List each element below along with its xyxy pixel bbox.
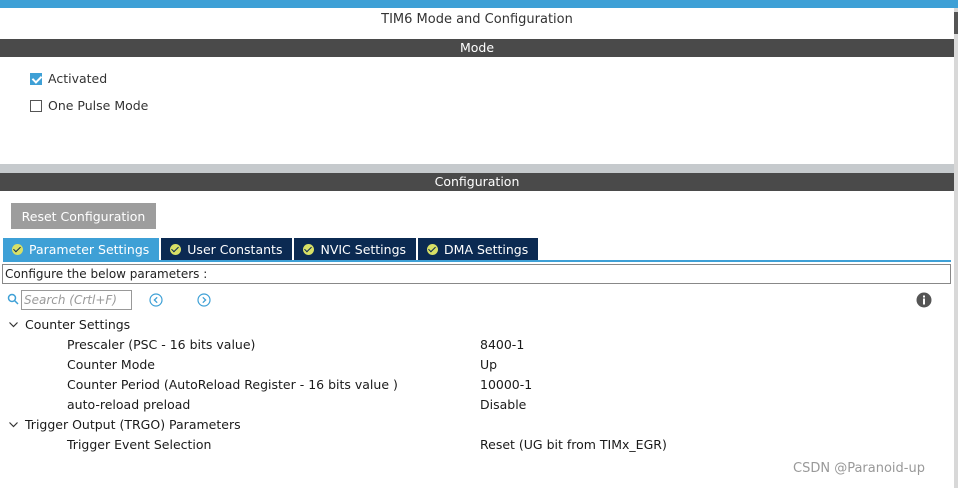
tab-label: NVIC Settings <box>320 241 407 257</box>
reset-configuration-button[interactable]: Reset Configuration <box>11 203 156 229</box>
one-pulse-mode-label: One Pulse Mode <box>48 98 149 113</box>
tab-dma-settings[interactable]: DMA Settings <box>418 238 541 260</box>
tab-label: User Constants <box>187 241 283 257</box>
one-pulse-mode-checkbox[interactable] <box>30 99 42 112</box>
check-circle-icon <box>427 243 439 255</box>
tab-nvic-settings[interactable]: NVIC Settings <box>294 238 419 260</box>
param-label: Counter Mode <box>67 357 155 372</box>
chevron-down-icon[interactable] <box>8 419 19 430</box>
watermark: CSDN @Paranoid-up <box>793 461 925 476</box>
param-label: Counter Period (AutoReload Register - 16… <box>67 377 398 392</box>
param-label: Trigger Event Selection <box>67 437 212 452</box>
parameters-description: Configure the below parameters : <box>2 264 951 284</box>
group-counter-settings[interactable]: Counter Settings <box>8 317 130 332</box>
tab-label: Parameter Settings <box>29 241 150 257</box>
group-label: Counter Settings <box>25 317 131 332</box>
tab-parameter-settings[interactable]: Parameter Settings <box>3 238 162 260</box>
activated-label: Activated <box>48 71 108 86</box>
configuration-header: Configuration <box>0 173 954 191</box>
config-tabs: Parameter Settings User Constants NVIC S… <box>3 238 541 260</box>
param-value[interactable]: Reset (UG bit from TIMx_EGR) <box>480 437 667 452</box>
activated-option[interactable]: Activated <box>30 71 107 86</box>
window-title: TIM6 Mode and Configuration <box>381 12 573 27</box>
tab-user-constants[interactable]: User Constants <box>161 238 295 260</box>
search-icon[interactable] <box>7 293 19 305</box>
previous-icon[interactable] <box>149 293 163 307</box>
info-icon[interactable] <box>916 292 932 308</box>
check-circle-icon <box>303 243 315 255</box>
activated-checkbox[interactable] <box>30 72 42 85</box>
check-circle-icon <box>12 243 23 255</box>
scrollbar-handle[interactable] <box>954 12 958 34</box>
mode-header: Mode <box>0 39 954 57</box>
group-trigger-output[interactable]: Trigger Output (TRGO) Parameters <box>8 417 241 432</box>
param-value[interactable]: Disable <box>480 397 526 412</box>
check-circle-icon <box>170 243 182 255</box>
next-icon[interactable] <box>197 293 211 307</box>
param-value[interactable]: 10000-1 <box>480 377 532 392</box>
chevron-down-icon[interactable] <box>8 319 19 330</box>
window-top-bar <box>0 0 958 8</box>
param-value[interactable]: Up <box>480 357 497 372</box>
one-pulse-mode-option[interactable]: One Pulse Mode <box>30 98 148 113</box>
tab-label: DMA Settings <box>444 241 529 257</box>
section-divider <box>0 164 954 173</box>
scrollbar[interactable] <box>954 8 958 488</box>
param-label: Prescaler (PSC - 16 bits value) <box>67 337 256 352</box>
param-label: auto-reload preload <box>67 397 191 412</box>
param-value[interactable]: 8400-1 <box>480 337 524 352</box>
search-input[interactable] <box>21 290 132 310</box>
group-label: Trigger Output (TRGO) Parameters <box>25 417 241 432</box>
tab-underline <box>3 260 951 262</box>
